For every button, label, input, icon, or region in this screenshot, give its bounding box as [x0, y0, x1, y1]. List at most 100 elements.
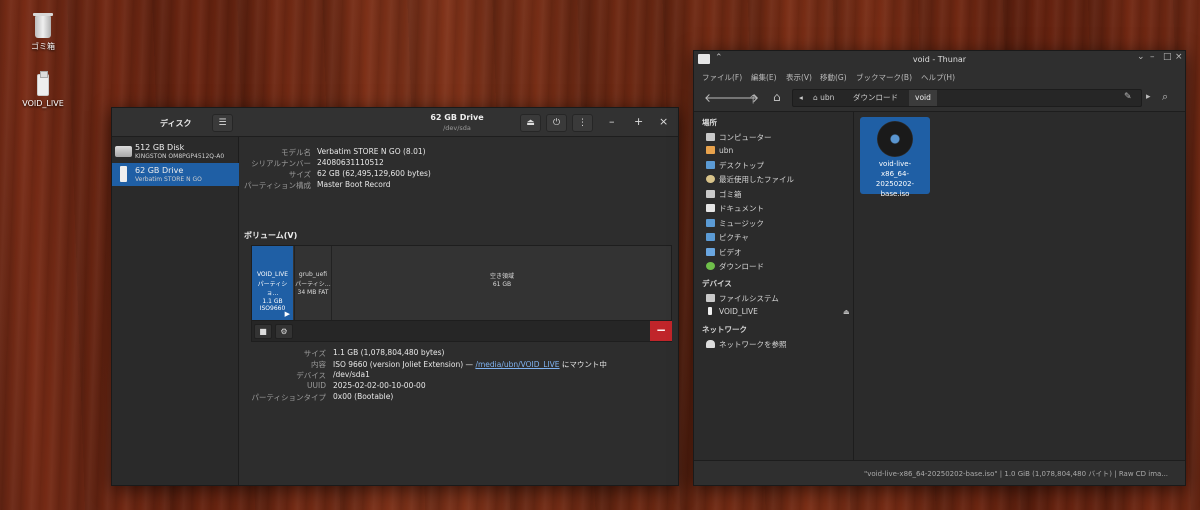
search-icon[interactable]: ⌕ — [1162, 90, 1168, 104]
side-pane: 場所 コンピューター ubn デスクトップ 最近使用したファイル ゴミ箱 ドキュ… — [694, 112, 854, 462]
recent-icon — [706, 175, 715, 183]
section-devices: デバイス — [702, 279, 732, 288]
partition-void-live[interactable]: VOID_LIVE パーティショ… 1.1 GB ISO9660 ▶ — [252, 246, 293, 320]
trash-icon — [706, 190, 715, 198]
window-title: void - Thunar — [912, 55, 967, 64]
hamburger-icon: ☰ — [218, 118, 227, 128]
disc-image-icon — [877, 121, 913, 157]
file-item-iso[interactable]: void-live- x86_64-20250202- base.iso — [860, 117, 930, 198]
drive-name: 62 GB Drive — [135, 166, 184, 175]
unmount-button[interactable]: ■ — [254, 324, 272, 339]
home-icon[interactable]: ⌂ — [773, 90, 781, 104]
status-text: "void-live-x86_64-20250202-base.iso" | 1… — [864, 470, 1169, 478]
desktop-usb-label: VOID_LIVE — [22, 99, 64, 108]
desktop-trash-label: ゴミ箱 — [31, 42, 55, 51]
drive-name: 512 GB Disk — [135, 143, 185, 152]
desktop-trash[interactable]: ゴミ箱 — [18, 13, 68, 52]
computer-icon — [706, 133, 715, 141]
drive-icon — [706, 294, 715, 302]
menu-help[interactable]: ヘルプ(H) — [921, 72, 955, 83]
picture-icon — [706, 233, 715, 241]
place-desktop[interactable]: デスクトップ — [706, 160, 764, 173]
music-icon — [706, 219, 715, 227]
partition-settings-button[interactable]: ⚙ — [275, 324, 293, 339]
minus-icon: − — [655, 323, 667, 337]
path-scroll-right[interactable]: ▸ — [1146, 92, 1151, 102]
path-crumb-downloads[interactable]: ダウンロード — [847, 90, 904, 106]
place-recent[interactable]: 最近使用したファイル — [706, 174, 794, 187]
toolbar: 🡐 🡒 🡑 ⌂ ◂ ⌂ ubn ダウンロード void ✎ ▸ ⌕ — [694, 84, 1185, 112]
place-computer[interactable]: コンピューター — [706, 132, 772, 145]
gears-icon: ⚙ — [280, 327, 288, 336]
disks-window: ディスク ☰ 62 GB Drive /dev/sda ⏏ ⏻ ⋮ – + × … — [111, 107, 679, 486]
menu-bookmarks[interactable]: ブックマーク(B) — [856, 72, 912, 83]
path-bar: ◂ ⌂ ubn ダウンロード void — [792, 89, 1142, 107]
file-name: void-live- x86_64-20250202- base.iso — [875, 160, 915, 198]
file-view: void-live- x86_64-20250202- base.iso — [855, 112, 1185, 462]
edit-path-icon[interactable]: ✎ — [1124, 92, 1132, 102]
volume-map: VOID_LIVE パーティショ… 1.1 GB ISO9660 ▶ grub_… — [251, 245, 672, 321]
download-icon — [706, 262, 715, 270]
stop-icon: ■ — [259, 327, 267, 336]
menu-view[interactable]: 表示(V) — [786, 72, 812, 83]
thunar-titlebar: ⌃ void - Thunar ⌄ – □ × — [694, 51, 1185, 68]
hard-disk-icon — [115, 146, 132, 157]
mount-point-link[interactable]: /media/ubn/VOID_LIVE — [475, 360, 559, 369]
disks-menu-button[interactable]: ☰ — [212, 114, 233, 132]
place-home[interactable]: ubn — [706, 146, 733, 159]
usb-drive-icon — [708, 307, 712, 315]
network-browse[interactable]: ネットワークを参照 — [706, 339, 787, 352]
eject-icon: ⏏ — [526, 118, 535, 128]
trash-icon — [33, 13, 53, 38]
thunar-window: ⌃ void - Thunar ⌄ – □ × ファイル(F) 編集(E) 表示… — [693, 50, 1186, 486]
document-icon — [706, 204, 715, 212]
disks-headerbar: ディスク ☰ 62 GB Drive /dev/sda ⏏ ⏻ ⋮ – + × — [112, 108, 678, 137]
place-videos[interactable]: ビデオ — [706, 247, 742, 260]
drive-options-button[interactable]: ⋮ — [572, 114, 593, 132]
section-network: ネットワーク — [702, 325, 747, 334]
desktop-icon — [706, 161, 715, 169]
place-documents[interactable]: ドキュメント — [706, 203, 764, 216]
maximize-button[interactable]: + — [634, 116, 643, 128]
drive-model: Verbatim STORE N GO — [135, 176, 202, 183]
delete-partition-button[interactable]: − — [650, 321, 672, 341]
close-button[interactable]: × — [1175, 52, 1183, 62]
device-filesystem[interactable]: ファイルシステム — [706, 293, 779, 306]
mounted-icon: ▶ — [284, 310, 290, 318]
eject-button[interactable]: ⏏ — [520, 114, 541, 132]
drive-details: モデル名 Verbatim STORE N GO (8.01) シリアルナンバー… — [240, 137, 678, 485]
close-button[interactable]: × — [659, 116, 668, 128]
place-pictures[interactable]: ピクチャ — [706, 232, 749, 245]
device-void-live[interactable]: VOID_LIVE — [706, 307, 758, 320]
home-icon — [706, 146, 715, 154]
volume-toolbar: ■ ⚙ − — [251, 321, 672, 342]
place-music[interactable]: ミュージック — [706, 218, 764, 231]
desktop-usb-drive[interactable]: VOID_LIVE — [18, 71, 68, 108]
maximize-button[interactable]: □ — [1163, 52, 1172, 62]
menu-edit[interactable]: 編集(E) — [751, 72, 777, 83]
video-icon — [706, 248, 715, 256]
disks-sidebar-title: ディスク — [160, 119, 192, 128]
partition-grub-uefi[interactable]: grub_uefi パーティシ… 34 MB FAT — [294, 246, 332, 320]
usb-drive-icon — [37, 71, 49, 96]
power-off-button[interactable]: ⏻ — [546, 114, 567, 132]
volumes-title: ボリューム(V) — [244, 231, 298, 240]
usb-drive-icon — [120, 166, 127, 182]
kebab-menu-icon: ⋮ — [578, 118, 587, 128]
menubar: ファイル(F) 編集(E) 表示(V) 移動(G) ブックマーク(B) ヘルプ(… — [694, 68, 1185, 84]
network-icon — [706, 340, 715, 348]
path-crumb-void[interactable]: void — [909, 90, 937, 106]
window-shade-button[interactable]: ⌄ — [1137, 52, 1145, 62]
eject-icon[interactable]: ⏏ — [843, 308, 850, 316]
up-arrow-icon[interactable]: 🡑 — [750, 90, 756, 111]
minimize-button[interactable]: – — [609, 116, 615, 128]
place-trash[interactable]: ゴミ箱 — [706, 189, 742, 202]
menu-file[interactable]: ファイル(F) — [702, 72, 742, 83]
section-places: 場所 — [702, 118, 717, 127]
menu-go[interactable]: 移動(G) — [820, 72, 847, 83]
power-icon: ⏻ — [552, 118, 561, 128]
free-space[interactable]: 空き領域 61 GB — [333, 246, 671, 320]
place-downloads[interactable]: ダウンロード — [706, 261, 764, 274]
minimize-button[interactable]: – — [1150, 52, 1155, 62]
path-crumb-home[interactable]: ⌂ ubn — [807, 90, 840, 106]
